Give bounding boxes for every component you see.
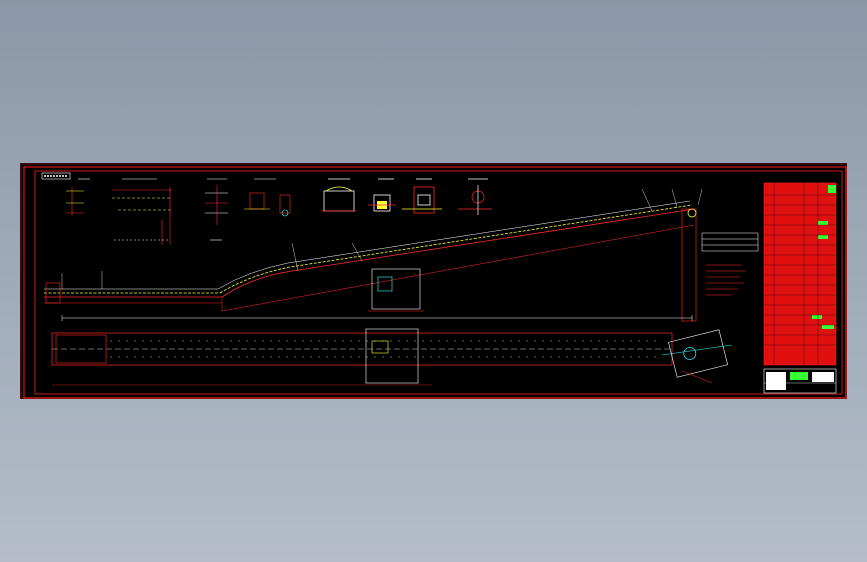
title-block	[763, 368, 837, 394]
conveyor-drawing	[23, 166, 847, 399]
parts-list	[763, 182, 837, 366]
detail-view-1	[66, 178, 90, 215]
title-block-logo-icon	[766, 372, 786, 390]
detail-view-4	[244, 178, 291, 217]
detail-view-3	[205, 178, 228, 241]
roller-section-icon	[322, 178, 356, 212]
notes-block	[701, 232, 759, 296]
inner-frame	[34, 170, 843, 395]
detail-view-7	[458, 178, 492, 215]
conveyor-plan-view	[51, 328, 733, 386]
detail-view-2	[112, 178, 172, 245]
conveyor-elevation	[44, 188, 703, 322]
cad-drawing-sheet	[20, 163, 847, 399]
outer-frame	[23, 166, 847, 399]
section-detail-icon	[368, 178, 442, 214]
